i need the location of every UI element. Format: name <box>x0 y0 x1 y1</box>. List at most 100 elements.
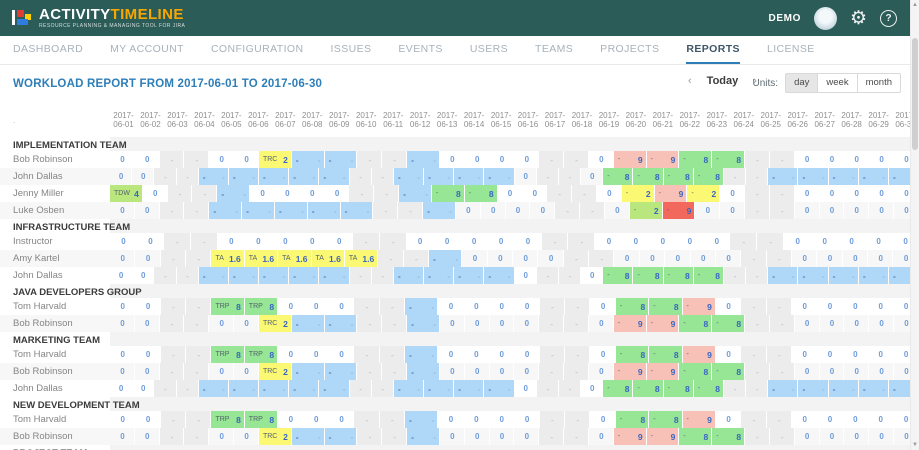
workload-cell: - <box>767 411 792 428</box>
workload-cell: -8 <box>712 151 745 168</box>
workload-cell: 0 <box>843 346 868 363</box>
workload-cell: - <box>186 298 211 315</box>
unit-button-week[interactable]: week <box>817 73 857 93</box>
user-label: DEMO <box>769 13 801 24</box>
scroll-down-icon[interactable]: ▼ <box>911 440 919 450</box>
workload-cell: 0 <box>234 315 259 332</box>
workload-cell: 0 <box>135 151 160 168</box>
workload-cell: 0 <box>514 411 539 428</box>
date-column-header: 2017-06-08 <box>299 103 326 137</box>
workload-cell: 0 <box>844 315 869 332</box>
tab-configuration[interactable]: CONFIGURATION <box>211 36 304 64</box>
workload-cell: TA1.6 <box>278 250 311 267</box>
workload-cell: 0 <box>489 298 514 315</box>
workload-cell: -8 <box>694 380 724 397</box>
tab-dashboard[interactable]: DASHBOARD <box>13 36 83 64</box>
workload-cell: - <box>350 168 372 185</box>
workload-cell: -9 <box>683 298 716 315</box>
workload-cell: 0 <box>716 298 741 315</box>
scroll-up-icon[interactable]: ▲ <box>911 0 919 10</box>
workload-cell: -- <box>407 428 440 445</box>
workload-cell: 0 <box>843 250 868 267</box>
tab-projects[interactable]: PROJECTS <box>600 36 659 64</box>
workload-cell: - <box>160 202 185 219</box>
workload-cell: 0 <box>490 315 515 332</box>
team-header-row: INFRASTRUCTURE TEAM <box>0 219 919 233</box>
workload-cell: 0 <box>250 185 275 202</box>
workload-cell: -9 <box>663 202 696 219</box>
workload-cell: - <box>564 250 589 267</box>
workload-cell: - <box>547 185 572 202</box>
workload-cell: 0 <box>820 363 845 380</box>
workload-cell: 0 <box>329 411 354 428</box>
workload-cell: 0 <box>110 363 135 380</box>
workload-cell: 0 <box>110 346 135 363</box>
workload-cell: - <box>154 380 176 397</box>
workload-cell: -- <box>798 267 828 284</box>
workload-cell: 0 <box>868 298 893 315</box>
unit-button-day[interactable]: day <box>785 73 818 93</box>
workload-cell: 0 <box>843 298 868 315</box>
workload-cell: - <box>539 363 564 380</box>
workload-cell: - <box>565 298 590 315</box>
tab-users[interactable]: USERS <box>470 36 508 64</box>
tab-reports[interactable]: REPORTS <box>686 36 740 64</box>
workload-cell: -- <box>289 267 319 284</box>
tab-events[interactable]: EVENTS <box>398 36 442 64</box>
workload-cell: - <box>741 346 766 363</box>
workload-cell: -- <box>399 185 432 202</box>
logo-main: ACTIVITY <box>39 6 111 23</box>
avatar[interactable] <box>814 7 837 30</box>
workload-cell: - <box>372 380 394 397</box>
member-row: Instructor00--00000--00000--00000--00000 <box>0 233 919 250</box>
workload-cell: -8 <box>649 298 682 315</box>
team-name: JAVA DEVELOPERS GROUP <box>0 284 142 298</box>
app-logo[interactable]: ACTIVITYTIMELINE RESOURCE PLANNING & MAN… <box>12 8 185 29</box>
workload-cell: 0 <box>590 298 615 315</box>
date-column-header: 2017-06-23 <box>703 103 730 137</box>
tab-my-account[interactable]: MY ACCOUNT <box>110 36 184 64</box>
help-icon[interactable]: ? <box>880 10 897 27</box>
workload-cell: -- <box>319 168 349 185</box>
tab-license[interactable]: LICENSE <box>767 36 815 64</box>
member-row: Tom Harvald00--TRP8TRP8000----0000--0-8-… <box>0 298 919 315</box>
workload-cell: - <box>559 168 581 185</box>
scrollbar-thumb[interactable] <box>912 38 918 150</box>
workload-cell: 0 <box>514 428 539 445</box>
tab-issues[interactable]: ISSUES <box>330 36 371 64</box>
workload-cell: 0 <box>720 202 745 219</box>
workload-cell: - <box>555 202 580 219</box>
workload-cell: 0 <box>869 151 894 168</box>
workload-cell: 0 <box>868 411 893 428</box>
unit-button-month[interactable]: month <box>857 73 901 93</box>
workload-cell: TRC2 <box>259 315 292 332</box>
date-column-header: 2017-06-24 <box>730 103 757 137</box>
workload-cell: - <box>382 428 407 445</box>
tab-teams[interactable]: TEAMS <box>535 36 573 64</box>
workload-cell: -- <box>859 267 889 284</box>
date-column-header: 2017-06-02 <box>137 103 164 137</box>
workload-cell: 0 <box>325 185 350 202</box>
date-column-header: 2017-06-25 <box>757 103 784 137</box>
workload-cell: -8 <box>432 185 465 202</box>
date-column-header: 2017-06-06 <box>245 103 272 137</box>
workload-cell: 0 <box>869 315 894 332</box>
workload-cell: TRC2 <box>259 363 292 380</box>
date-column-header: 2017-06-26 <box>784 103 811 137</box>
workload-cell: -9 <box>647 315 680 332</box>
workload-cell: -8 <box>616 346 649 363</box>
workload-cell: 0 <box>844 202 869 219</box>
workload-cell: - <box>382 315 407 332</box>
workload-cell: 0 <box>589 151 614 168</box>
prev-period-icon[interactable]: ‹ <box>688 75 692 87</box>
gear-icon[interactable]: ⚙ <box>850 9 867 28</box>
workload-cell: - <box>160 363 185 380</box>
workload-cell: -9 <box>647 151 680 168</box>
workload-cell: -8 <box>712 428 745 445</box>
workload-cell: -- <box>292 315 325 332</box>
today-button[interactable]: Today <box>707 75 739 87</box>
workload-cell: 0 <box>844 185 869 202</box>
workload-cell: - <box>373 202 398 219</box>
member-cells: 00--TRP8TRP8000----0000--0-8-8-90--00000 <box>110 411 919 428</box>
vertical-scrollbar[interactable]: ▲ ▼ <box>910 0 919 450</box>
